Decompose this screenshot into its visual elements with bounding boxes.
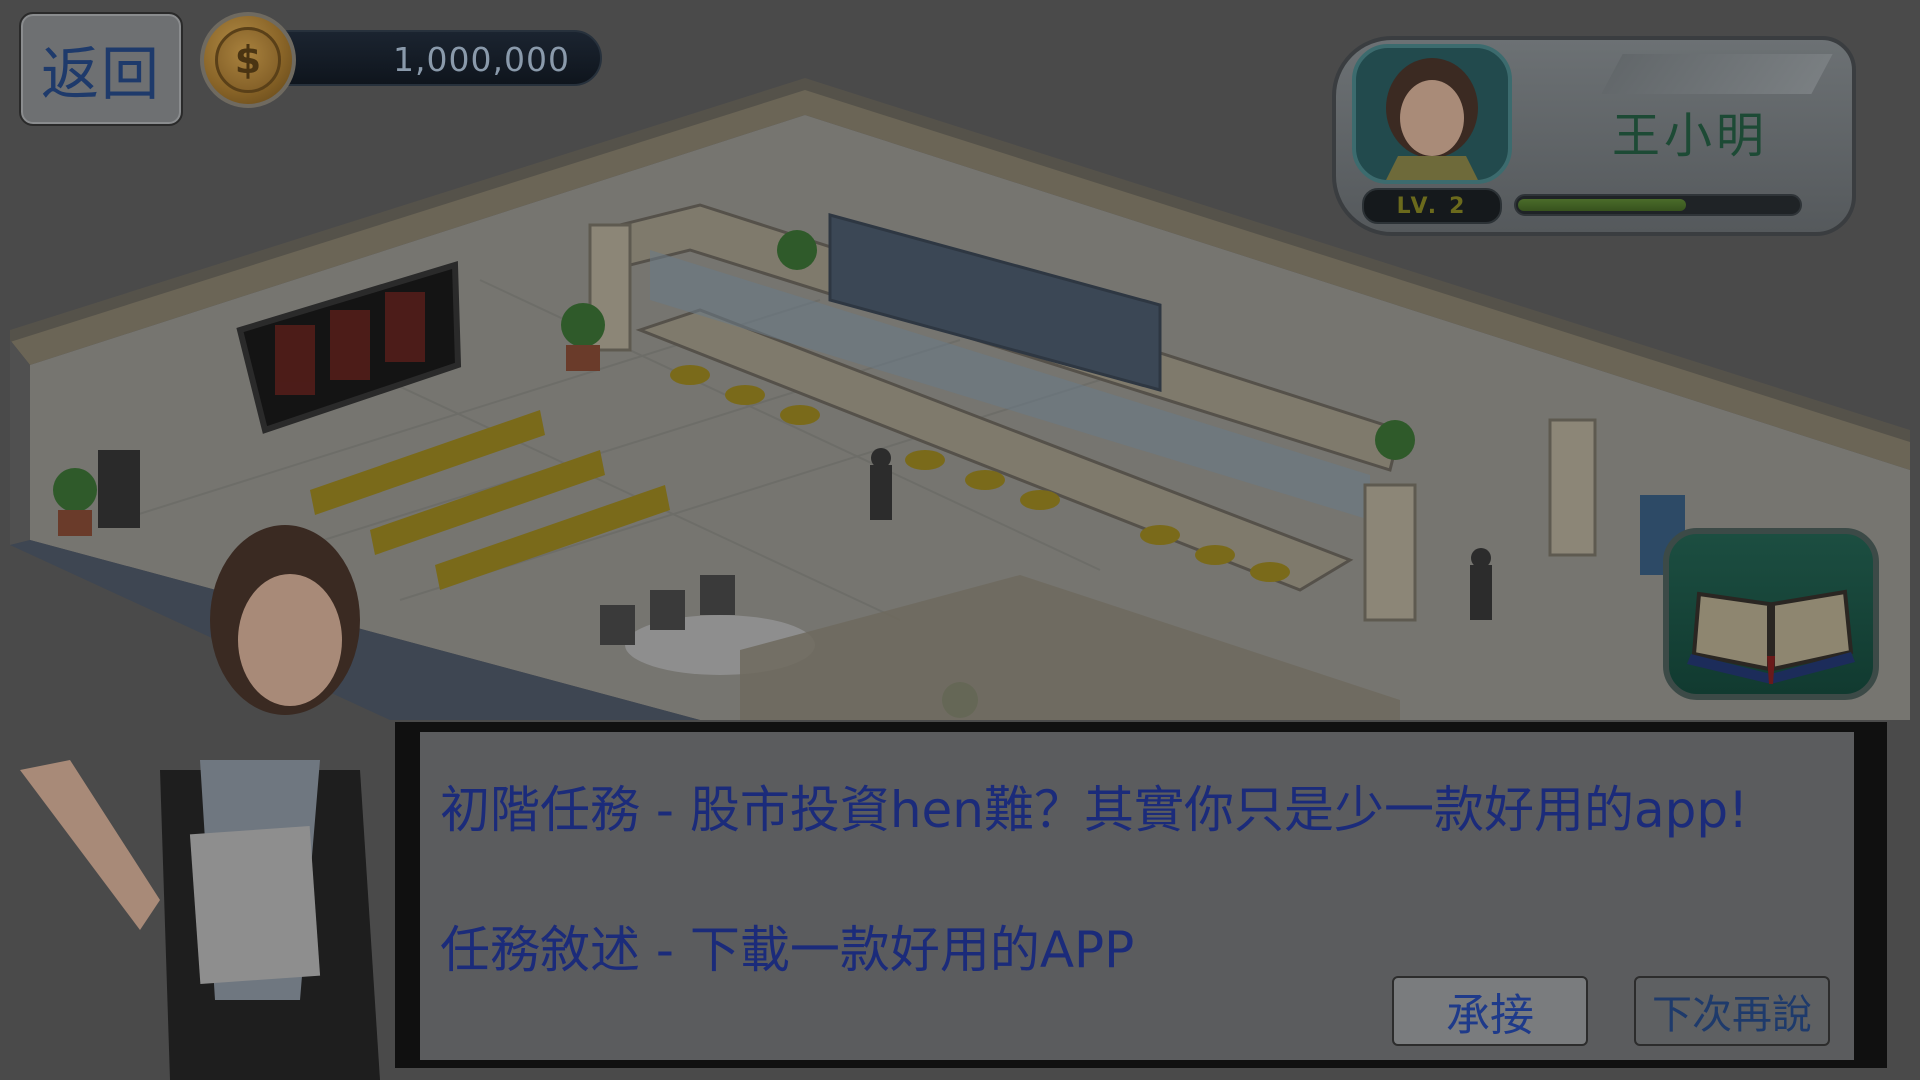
player-name: 王小明	[1611, 108, 1768, 164]
decline-later-button[interactable]: 下次再說	[1634, 976, 1830, 1046]
level-number: 2	[1449, 193, 1468, 219]
profile-panel-stripe	[1601, 54, 1833, 94]
back-button[interactable]: 返回	[19, 12, 183, 126]
player-avatar	[1352, 44, 1512, 184]
open-book-icon	[1687, 589, 1855, 684]
level-label: LV.	[1396, 193, 1440, 219]
experience-bar	[1514, 194, 1802, 216]
coin-balance-bar: 1,000,000	[262, 30, 602, 86]
mission-description: 任務敘述 - 下載一款好用的APP	[440, 921, 1135, 979]
mission-title: 初階任務 - 股市投資hen難？其實你只是少一款好用的app!	[440, 781, 1749, 839]
experience-fill	[1518, 199, 1686, 211]
journal-button[interactable]	[1663, 528, 1879, 700]
coin-symbol: $	[215, 27, 281, 93]
coin-amount: 1,000,000	[393, 40, 570, 79]
left-floor-edge	[10, 340, 30, 545]
dollar-coin-icon: $	[200, 12, 296, 108]
level-badge: LV. 2	[1362, 188, 1502, 224]
water-cooler	[98, 450, 140, 528]
accept-mission-button[interactable]: 承接	[1392, 976, 1588, 1046]
avatar-portrait	[1386, 58, 1478, 180]
